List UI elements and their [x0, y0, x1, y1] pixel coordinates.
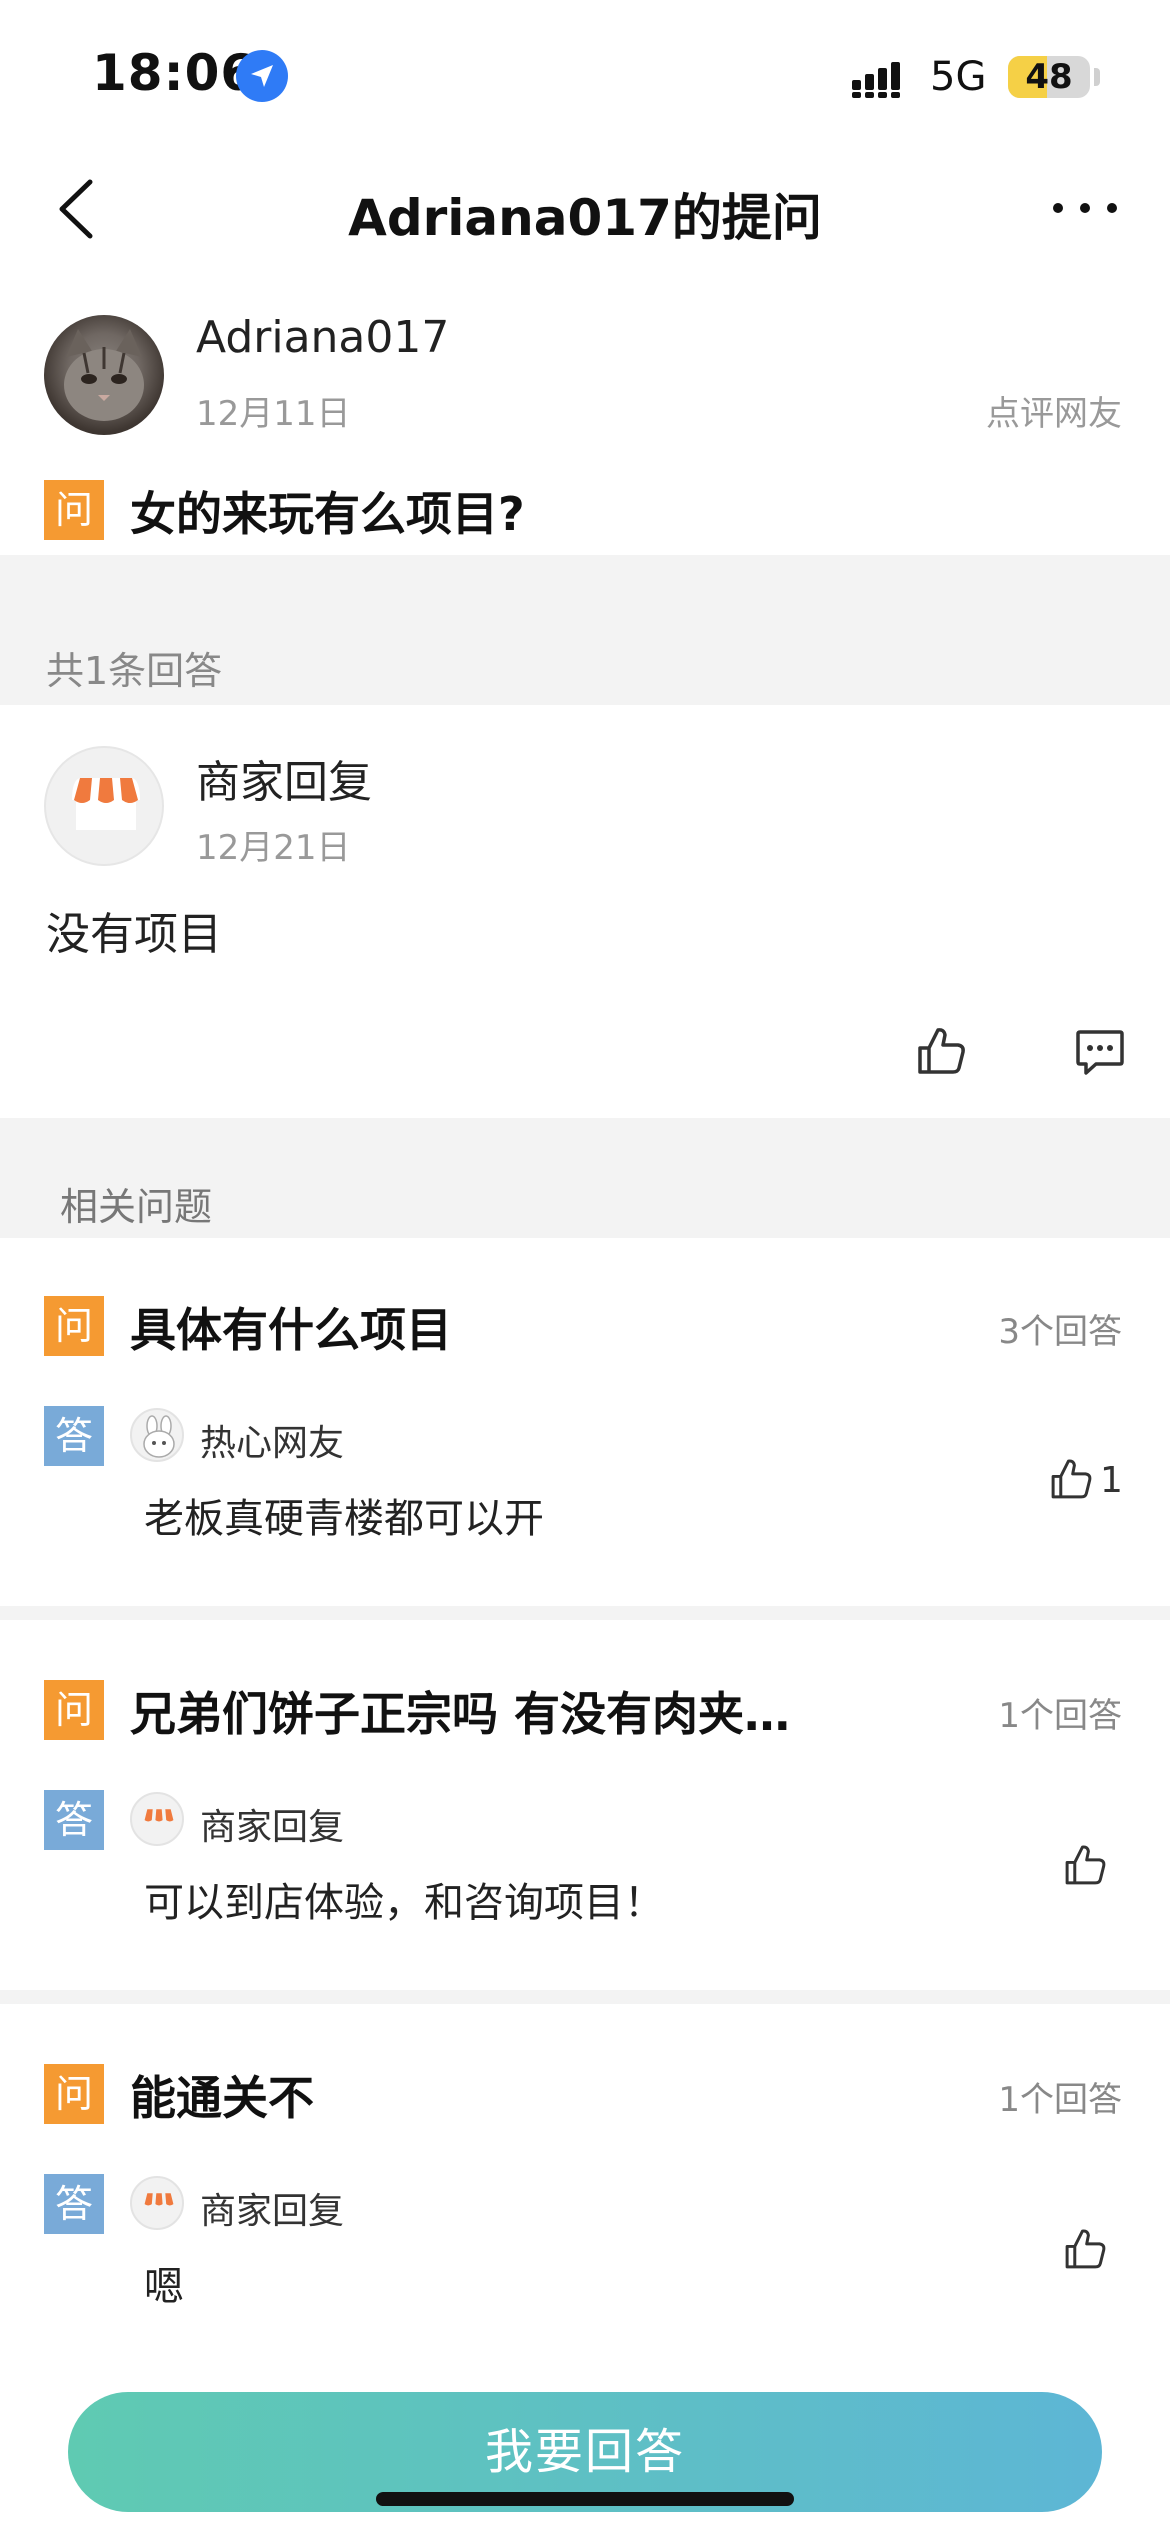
- battery-level: 48: [1025, 57, 1073, 97]
- battery-tip: [1094, 68, 1100, 86]
- like-icon[interactable]: [914, 1024, 968, 1078]
- like-icon[interactable]: [1062, 2226, 1108, 2272]
- related-answer: 嗯: [144, 2264, 184, 2310]
- avatar[interactable]: [44, 315, 164, 435]
- question-badge: 问: [44, 480, 104, 540]
- battery-icon: 48: [1008, 56, 1090, 98]
- divider: [0, 1606, 1170, 1620]
- related-question[interactable]: 具体有什么项目: [130, 1294, 452, 1360]
- location-arrow-icon: [236, 50, 288, 102]
- status-bar: 18:06 5G 48: [0, 0, 1170, 150]
- merchant-avatar: [130, 1792, 184, 1846]
- answer-date: 12月21日: [196, 828, 351, 868]
- question-badge: 问: [44, 1680, 104, 1740]
- signal-strength-icon: [852, 62, 900, 98]
- related-answer: 老板真硬青楼都可以开: [144, 1496, 544, 1542]
- answer-count: 3个回答: [998, 1312, 1122, 1352]
- question-date: 12月11日: [196, 394, 351, 434]
- question-badge: 问: [44, 2064, 104, 2124]
- answer-count: 1个回答: [998, 2080, 1122, 2120]
- answer-text: 没有项目: [46, 909, 222, 960]
- answer-badge: 答: [44, 1406, 104, 1466]
- divider: [0, 1990, 1170, 2004]
- question-author[interactable]: Adriana017: [196, 312, 449, 363]
- question-badge: 问: [44, 1296, 104, 1356]
- answer-count: 1个回答: [998, 1696, 1122, 1736]
- network-type: 5G: [930, 54, 987, 100]
- answer-count-label: 共1条回答: [46, 649, 223, 693]
- answer-author[interactable]: 商家回复: [196, 746, 372, 810]
- like-icon[interactable]: [1048, 1456, 1094, 1502]
- status-time: 18:06: [92, 44, 257, 102]
- comment-icon[interactable]: [1074, 1026, 1126, 1078]
- question-text: 女的来玩有么项目?: [130, 487, 525, 541]
- merchant-avatar: [44, 746, 164, 866]
- question-card: Adriana017 12月11日 点评网友 问 女的来玩有么项目?: [0, 270, 1170, 555]
- page-title: Adriana017的提问: [348, 189, 822, 247]
- related-question[interactable]: 能通关不: [130, 2062, 314, 2128]
- related-question[interactable]: 兄弟们饼子正宗吗 有没有肉夹…: [130, 1678, 790, 1744]
- answer-author: 商家回复: [200, 1807, 345, 1848]
- source-tag: 点评网友: [986, 394, 1122, 434]
- merchant-avatar: [130, 2176, 184, 2230]
- home-indicator[interactable]: [376, 2492, 794, 2506]
- like-icon[interactable]: [1062, 1842, 1108, 1888]
- answer-badge: 答: [44, 2174, 104, 2234]
- user-avatar: [130, 1408, 184, 1462]
- like-count: 1: [1100, 1460, 1123, 1501]
- nav-bar: Adriana017的提问: [0, 150, 1170, 270]
- answer-badge: 答: [44, 1790, 104, 1850]
- answer-author: 商家回复: [200, 2191, 345, 2232]
- answer-author: 热心网友: [200, 1423, 345, 1464]
- related-label: 相关问题: [60, 1185, 213, 1229]
- related-answer: 可以到店体验，和咨询项目！: [144, 1880, 664, 1926]
- more-options-icon[interactable]: [1050, 198, 1120, 218]
